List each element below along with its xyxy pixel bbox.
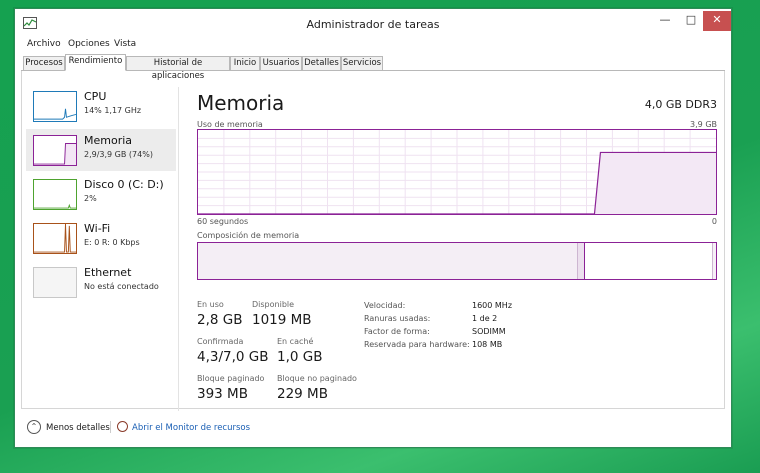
committed-label: Confirmada xyxy=(197,337,244,346)
detail-value: 108 MB xyxy=(472,340,503,349)
menu-archivo[interactable]: Archivo xyxy=(27,39,61,49)
composition-in-use xyxy=(198,243,578,279)
sidebar-label: Wi-Fi xyxy=(84,222,111,235)
menu-bar: Archivo Opciones Vista xyxy=(15,38,731,52)
page-title: Memoria xyxy=(197,91,285,115)
cached-label: En caché xyxy=(277,337,314,346)
tab-historial[interactable]: Historial de aplicaciones xyxy=(126,56,230,81)
sidebar-item-memoria[interactable]: Memoria 2,9/3,9 GB (74%) xyxy=(26,129,176,171)
wifi-thumbnail-graph xyxy=(33,223,77,254)
memory-detail-panel: Memoria 4,0 GB DDR3 Uso de memoria 3,9 G… xyxy=(190,71,730,409)
nonpaged-pool-label: Bloque no paginado xyxy=(277,374,357,383)
sidebar-item-cpu[interactable]: CPU 14% 1,17 GHz xyxy=(26,85,176,127)
composition-free xyxy=(712,243,716,279)
task-manager-window: Administrador de tareas — □ ✕ Archivo Op… xyxy=(14,8,732,448)
detail-key: Factor de forma: xyxy=(364,327,430,336)
tab-servicios[interactable]: Servicios xyxy=(341,56,383,71)
sidebar-sub: 2% xyxy=(84,194,97,203)
minimize-button[interactable]: — xyxy=(653,11,677,31)
resource-monitor-link[interactable]: Abrir el Monitor de recursos xyxy=(132,423,250,433)
usage-graph-label: Uso de memoria xyxy=(197,120,263,129)
disk-thumbnail-graph xyxy=(33,179,77,210)
title-bar[interactable]: Administrador de tareas — □ ✕ xyxy=(15,9,731,36)
detail-key: Ranuras usadas: xyxy=(364,314,431,323)
sidebar-sub: No está conectado xyxy=(84,282,159,291)
tab-inicio[interactable]: Inicio xyxy=(230,56,260,71)
sidebar-label: Memoria xyxy=(84,134,133,147)
tab-usuarios[interactable]: Usuarios xyxy=(260,56,302,71)
footer-bar: ⌃ Menos detalles Abrir el Monitor de rec… xyxy=(15,415,731,439)
tab-rendimiento[interactable]: Rendimiento xyxy=(65,54,126,71)
available-value: 1019 MB xyxy=(252,312,312,328)
available-label: Disponible xyxy=(252,300,295,309)
nonpaged-pool-value: 229 MB xyxy=(277,386,328,402)
detail-key: Reservada para hardware: xyxy=(364,340,470,349)
sidebar-item-ethernet[interactable]: Ethernet No está conectado xyxy=(26,261,176,303)
resource-sidebar: CPU 14% 1,17 GHz Memoria 2,9/3,9 GB (74%… xyxy=(22,71,180,409)
footer-separator xyxy=(110,421,111,433)
composition-modified xyxy=(578,243,585,279)
in-use-label: En uso xyxy=(197,300,224,309)
graph-time-right: 0 xyxy=(711,217,717,226)
memory-usage-graph xyxy=(197,129,717,215)
sidebar-item-wifi[interactable]: Wi-Fi E: 0 R: 0 Kbps xyxy=(26,217,176,259)
menu-opciones[interactable]: Opciones xyxy=(68,39,110,49)
memory-thumbnail-graph xyxy=(33,135,77,166)
close-button[interactable]: ✕ xyxy=(703,11,731,31)
sidebar-sub: E: 0 R: 0 Kbps xyxy=(84,238,140,247)
sidebar-label: Ethernet xyxy=(84,266,132,279)
tab-procesos[interactable]: Procesos xyxy=(23,56,65,71)
in-use-value: 2,8 GB xyxy=(197,312,243,328)
sidebar-label: Disco 0 (C: D:) xyxy=(84,178,164,191)
sidebar-label: CPU xyxy=(84,90,107,103)
committed-value: 4,3/7,0 GB xyxy=(197,349,269,365)
memory-spec: 4,0 GB DDR3 xyxy=(644,98,717,111)
paged-pool-label: Bloque paginado xyxy=(197,374,265,383)
graph-time-left: 60 segundos xyxy=(197,217,249,226)
tab-strip: Procesos Rendimiento Historial de aplica… xyxy=(21,54,731,81)
menu-vista[interactable]: Vista xyxy=(114,39,136,49)
less-details-button[interactable]: Menos detalles xyxy=(46,423,110,433)
tab-detalles[interactable]: Detalles xyxy=(302,56,341,71)
cpu-thumbnail-graph xyxy=(33,91,77,122)
chevron-up-icon[interactable]: ⌃ xyxy=(27,420,41,434)
sidebar-item-disco[interactable]: Disco 0 (C: D:) 2% xyxy=(26,173,176,215)
detail-value: 1 de 2 xyxy=(472,314,498,323)
ethernet-thumbnail-graph xyxy=(33,267,77,298)
resource-monitor-icon[interactable] xyxy=(117,421,128,432)
window-title: Administrador de tareas xyxy=(306,18,440,31)
paged-pool-value: 393 MB xyxy=(197,386,248,402)
detail-value: 1600 MHz xyxy=(472,301,513,310)
cached-value: 1,0 GB xyxy=(277,349,323,365)
performance-panel: CPU 14% 1,17 GHz Memoria 2,9/3,9 GB (74%… xyxy=(21,71,725,411)
detail-value: SODIMM xyxy=(472,327,506,336)
detail-key: Velocidad: xyxy=(364,301,406,310)
sidebar-sub: 2,9/3,9 GB (74%) xyxy=(84,150,153,159)
sidebar-sub: 14% 1,17 GHz xyxy=(84,106,142,115)
panel-divider xyxy=(178,87,179,411)
usage-graph-max: 3,9 GB xyxy=(690,120,717,129)
maximize-button[interactable]: □ xyxy=(679,11,703,31)
composition-label: Composición de memoria xyxy=(197,231,300,240)
memory-composition-bar xyxy=(197,242,717,280)
